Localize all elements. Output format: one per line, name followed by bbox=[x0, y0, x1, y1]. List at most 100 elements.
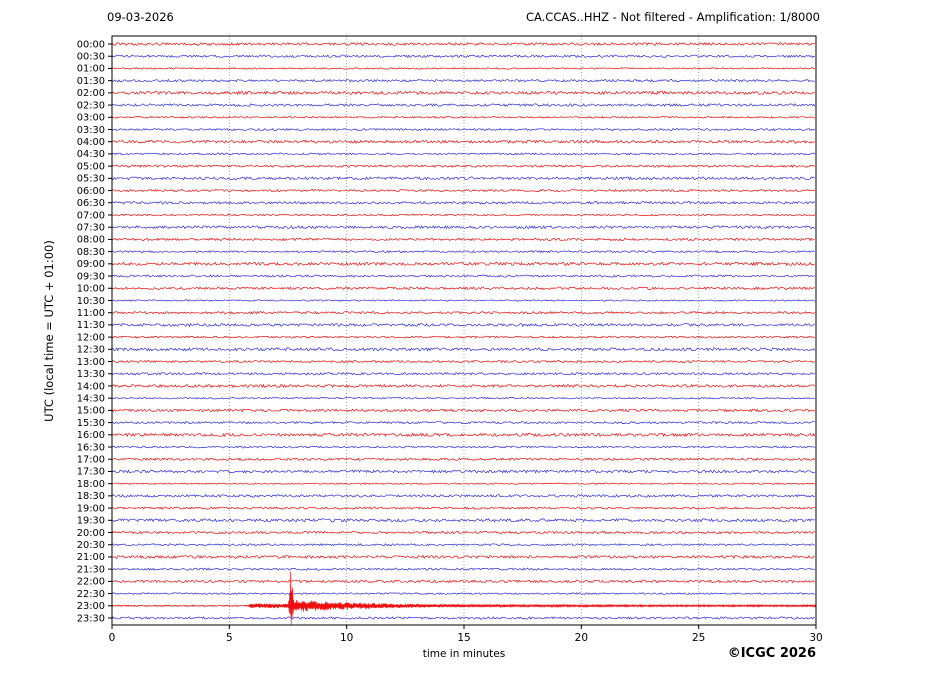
row-label-18:30: 18:30 bbox=[77, 491, 105, 502]
row-label-13:00: 13:00 bbox=[77, 357, 105, 368]
row-label-02:00: 02:00 bbox=[77, 88, 105, 99]
trace-06:30 bbox=[112, 202, 815, 205]
trace-15:30 bbox=[112, 422, 815, 424]
row-label-20:00: 20:00 bbox=[77, 528, 105, 539]
trace-13:00 bbox=[112, 361, 815, 363]
trace-19:30 bbox=[112, 519, 815, 522]
trace-00:30 bbox=[112, 55, 815, 57]
helicorder-page: 09-03-2026 CA.CCAS..HHZ - Not filtered -… bbox=[0, 0, 927, 696]
row-label-07:00: 07:00 bbox=[77, 210, 105, 221]
row-label-08:00: 08:00 bbox=[77, 235, 105, 246]
trace-18:00 bbox=[112, 483, 815, 484]
row-label-06:30: 06:30 bbox=[77, 198, 105, 209]
trace-22:00 bbox=[112, 580, 815, 583]
row-label-06:00: 06:00 bbox=[77, 186, 105, 197]
trace-07:00 bbox=[112, 214, 815, 216]
row-label-00:00: 00:00 bbox=[77, 39, 105, 50]
row-label-11:00: 11:00 bbox=[77, 308, 105, 319]
trace-00:00 bbox=[112, 43, 815, 46]
trace-21:00 bbox=[112, 556, 815, 559]
trace-14:30 bbox=[112, 397, 815, 399]
trace-08:30 bbox=[112, 251, 815, 253]
x-tick-label-25: 25 bbox=[692, 632, 705, 644]
trace-19:00 bbox=[112, 507, 815, 509]
row-label-17:00: 17:00 bbox=[77, 455, 105, 466]
row-label-18:00: 18:00 bbox=[77, 479, 105, 490]
row-label-10:00: 10:00 bbox=[77, 284, 105, 295]
row-label-11:30: 11:30 bbox=[77, 320, 105, 331]
trace-08:00 bbox=[112, 238, 815, 240]
row-label-03:30: 03:30 bbox=[77, 125, 105, 136]
row-label-01:30: 01:30 bbox=[77, 76, 105, 87]
trace-16:00 bbox=[112, 433, 815, 436]
row-label-14:30: 14:30 bbox=[77, 393, 105, 404]
trace-05:00 bbox=[112, 165, 815, 167]
row-label-14:00: 14:00 bbox=[77, 381, 105, 392]
trace-02:00 bbox=[112, 91, 815, 94]
x-tick-label-5: 5 bbox=[226, 632, 233, 644]
trace-20:30 bbox=[112, 544, 815, 546]
x-tick-label-0: 0 bbox=[109, 632, 116, 644]
row-label-21:30: 21:30 bbox=[77, 564, 105, 575]
helicorder-plot: 0 5 10 15 20 25 30 00:00 00:3001:0001:3002:0002:… bbox=[0, 0, 927, 696]
row-label-09:00: 09:00 bbox=[77, 259, 105, 270]
trace-13:30 bbox=[112, 373, 815, 375]
x-tick-label-10: 10 bbox=[340, 632, 353, 644]
trace-05:30 bbox=[112, 177, 815, 180]
row-label-04:30: 04:30 bbox=[77, 149, 105, 160]
trace-06:00 bbox=[112, 190, 815, 192]
row-label-01:00: 01:00 bbox=[77, 64, 105, 75]
row-label-19:00: 19:00 bbox=[77, 503, 105, 514]
row-label-19:30: 19:30 bbox=[77, 516, 105, 527]
trace-01:30 bbox=[112, 80, 815, 82]
trace-16:30 bbox=[112, 446, 815, 448]
row-label-21:00: 21:00 bbox=[77, 552, 105, 563]
trace-12:30 bbox=[112, 348, 815, 351]
trace-14:00 bbox=[112, 385, 815, 388]
trace-04:00 bbox=[112, 140, 815, 143]
trace-10:00 bbox=[112, 287, 815, 290]
row-label-12:00: 12:00 bbox=[77, 332, 105, 343]
row-label-05:30: 05:30 bbox=[77, 174, 105, 185]
trace-02:30 bbox=[112, 104, 815, 107]
trace-09:00 bbox=[112, 262, 815, 265]
trace-07:30 bbox=[112, 226, 815, 229]
x-tick-label-30: 30 bbox=[809, 632, 822, 644]
trace-01:00 bbox=[112, 68, 815, 69]
row-label-04:00: 04:00 bbox=[77, 137, 105, 148]
trace-18:30 bbox=[112, 495, 815, 498]
trace-10:30 bbox=[112, 300, 815, 301]
trace-15:00 bbox=[112, 409, 815, 412]
row-label-13:30: 13:30 bbox=[77, 369, 105, 380]
row-label-22:00: 22:00 bbox=[77, 577, 105, 588]
x-tick-label-15: 15 bbox=[457, 632, 470, 644]
x-tick-label-20: 20 bbox=[575, 632, 588, 644]
row-label-15:00: 15:00 bbox=[77, 406, 105, 417]
row-label-09:30: 09:30 bbox=[77, 271, 105, 282]
row-label-00:30: 00:30 bbox=[77, 52, 105, 63]
row-label-16:30: 16:30 bbox=[77, 442, 105, 453]
row-label-02:30: 02:30 bbox=[77, 100, 105, 111]
trace-11:00 bbox=[112, 312, 815, 314]
trace-21:30 bbox=[112, 568, 815, 570]
trace-03:00 bbox=[112, 117, 815, 119]
trace-22:30 bbox=[112, 593, 815, 595]
row-label-23:00: 23:00 bbox=[77, 601, 105, 612]
trace-20:00 bbox=[112, 531, 815, 533]
trace-12:00 bbox=[112, 336, 815, 338]
trace-17:30 bbox=[112, 470, 815, 473]
trace-11:30 bbox=[112, 324, 815, 327]
row-label-10:30: 10:30 bbox=[77, 296, 105, 307]
row-label-15:30: 15:30 bbox=[77, 418, 105, 429]
row-label-12:30: 12:30 bbox=[77, 345, 105, 356]
trace-03:30 bbox=[112, 129, 815, 131]
row-label-08:30: 08:30 bbox=[77, 247, 105, 258]
row-label-03:00: 03:00 bbox=[77, 113, 105, 124]
trace-09:30 bbox=[112, 275, 815, 277]
row-label-20:30: 20:30 bbox=[77, 540, 105, 551]
row-label-22:30: 22:30 bbox=[77, 589, 105, 600]
row-label-23:30: 23:30 bbox=[77, 613, 105, 624]
row-label-07:30: 07:30 bbox=[77, 222, 105, 233]
row-label-17:30: 17:30 bbox=[77, 467, 105, 478]
trace-23:30 bbox=[112, 617, 815, 619]
